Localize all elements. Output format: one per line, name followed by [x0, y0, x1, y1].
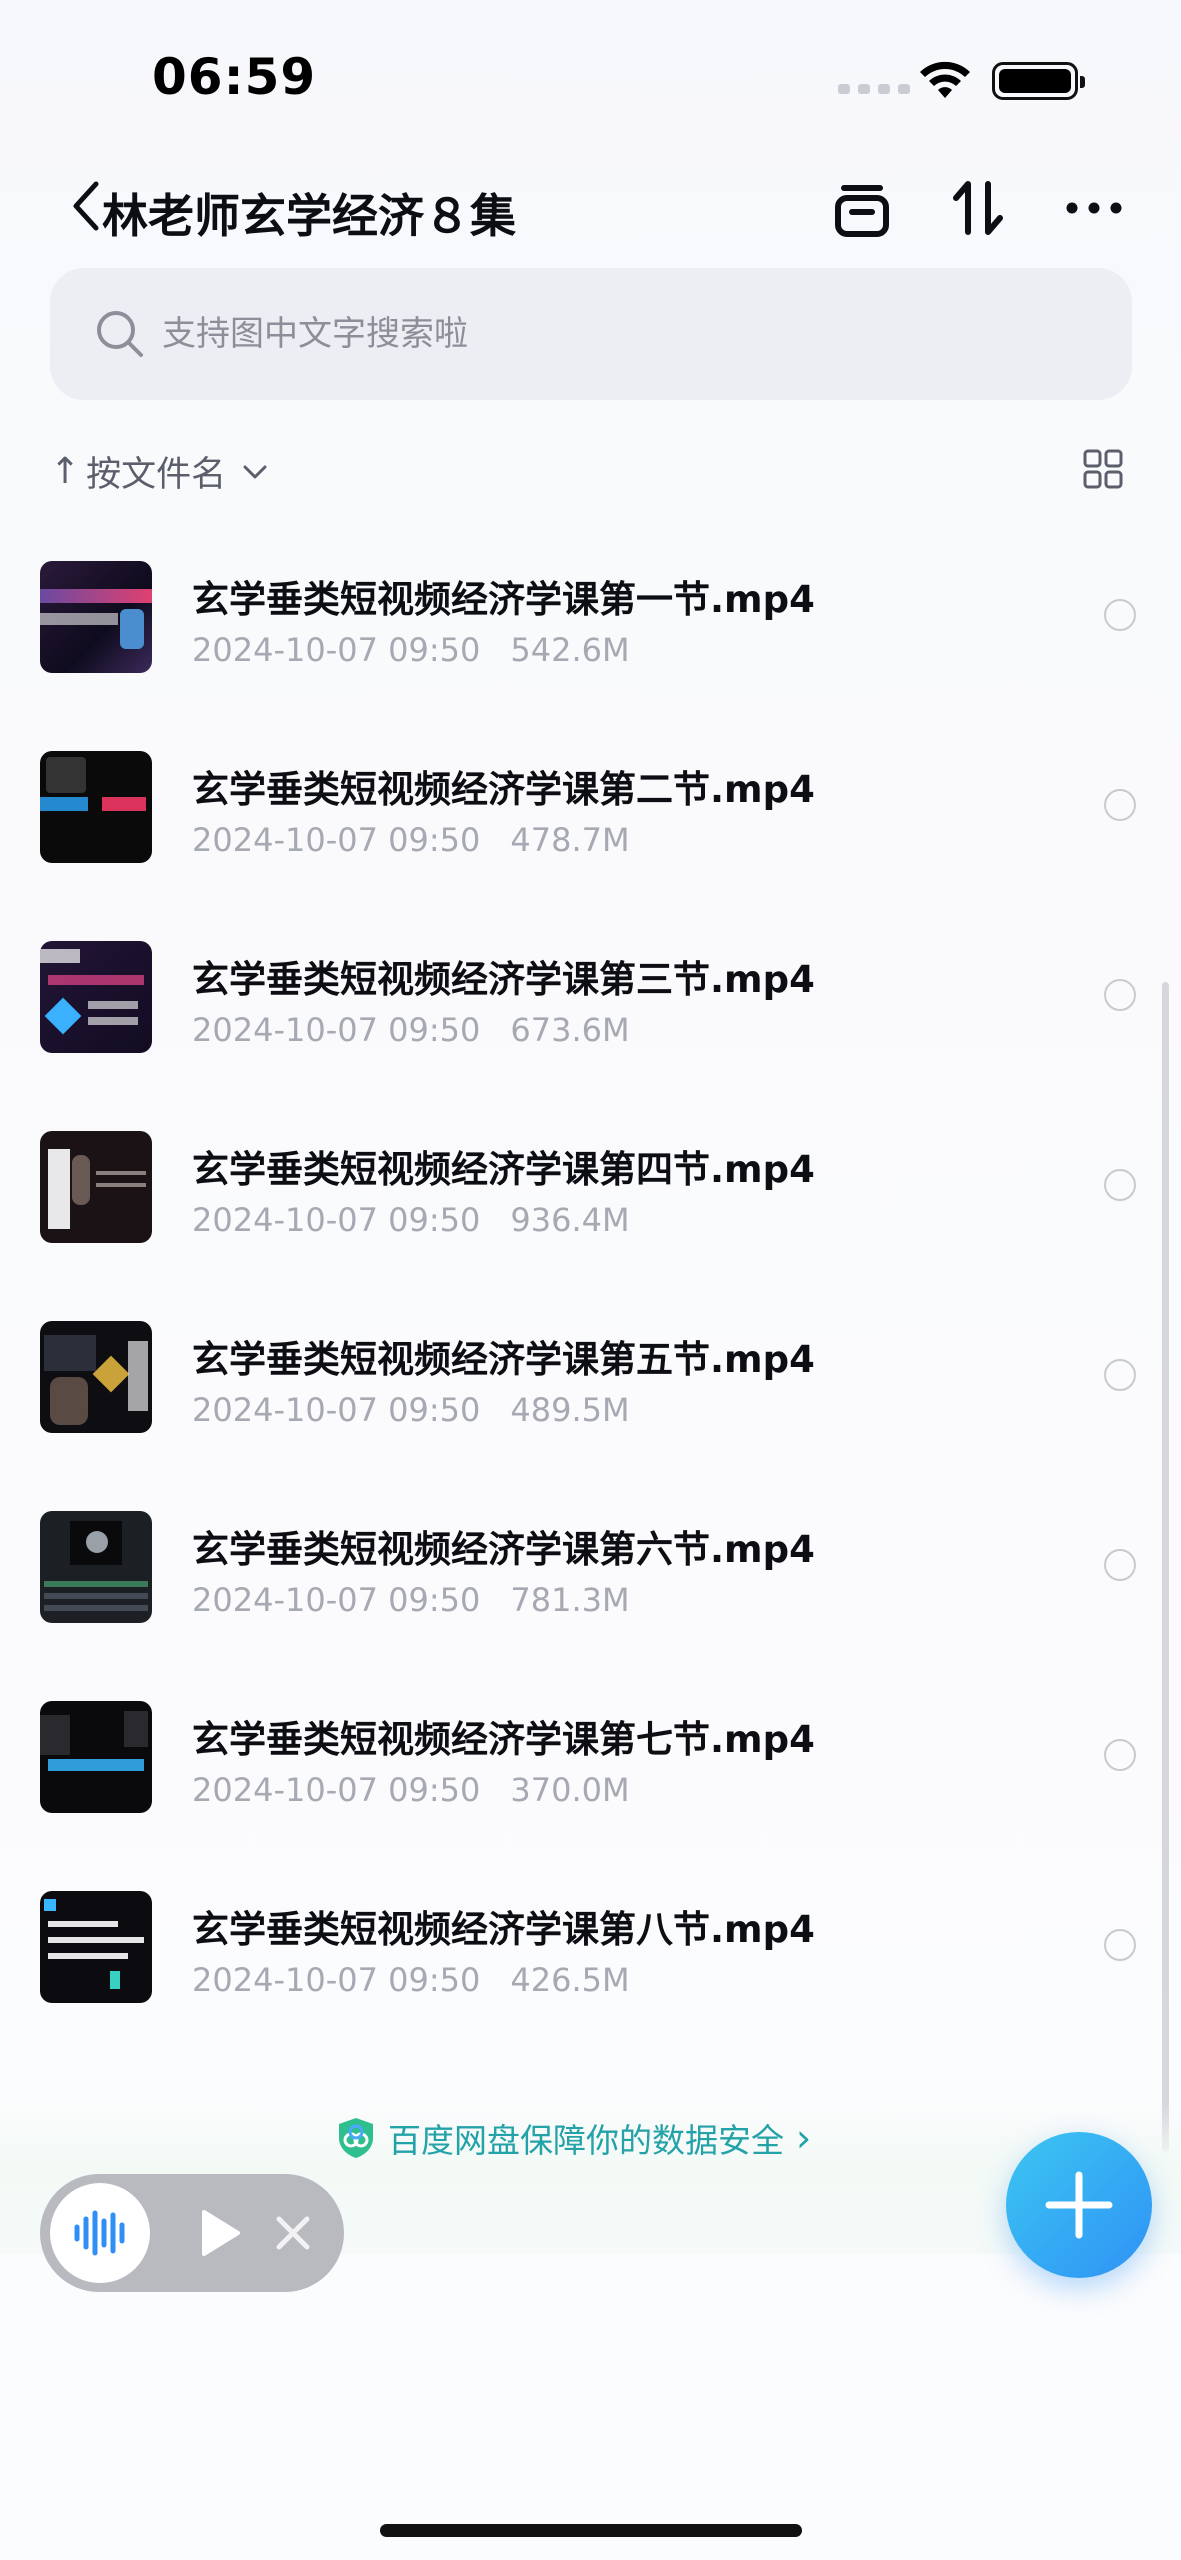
search-bar[interactable]	[50, 268, 1132, 400]
file-size: 936.4M	[510, 1201, 630, 1239]
cellular-signal-icon	[838, 84, 910, 94]
file-meta: 2024-10-07 09:50 426.5M	[192, 1961, 630, 1999]
back-chevron-icon[interactable]	[66, 178, 106, 234]
file-meta: 2024-10-07 09:50 781.3M	[192, 1581, 630, 1619]
file-row[interactable]: 玄学垂类短视频经济学课第七节.mp4 2024-10-07 09:50 370.0…	[0, 1687, 1181, 1877]
video-thumbnail	[40, 1701, 152, 1813]
select-radio[interactable]	[1104, 1739, 1136, 1771]
file-size: 478.7M	[510, 821, 630, 859]
video-thumbnail	[40, 751, 152, 863]
more-button[interactable]	[1062, 176, 1126, 240]
select-radio[interactable]	[1104, 979, 1136, 1011]
file-size: 542.6M	[510, 631, 630, 669]
search-icon	[97, 311, 143, 357]
file-row[interactable]: 玄学垂类短视频经济学课第二节.mp4 2024-10-07 09:50 478.7…	[0, 737, 1181, 927]
video-thumbnail	[40, 1321, 152, 1433]
file-meta: 2024-10-07 09:50 673.6M	[192, 1011, 630, 1049]
file-size: 781.3M	[510, 1581, 630, 1619]
page-title: 林老师玄学经济８集	[102, 189, 516, 243]
file-date: 2024-10-07 09:50	[192, 631, 481, 669]
file-row[interactable]: 玄学垂类短视频经济学课第五节.mp4 2024-10-07 09:50 489.5…	[0, 1307, 1181, 1497]
sort-selector[interactable]: ↑ 按文件名	[50, 446, 270, 497]
file-meta: 2024-10-07 09:50 489.5M	[192, 1391, 630, 1429]
shield-icon	[339, 2118, 373, 2158]
file-size: 426.5M	[510, 1961, 630, 1999]
file-name: 玄学垂类短视频经济学课第一节.mp4	[192, 578, 815, 621]
file-name: 玄学垂类短视频经济学课第八节.mp4	[192, 1908, 815, 1951]
security-notice-link[interactable]: 百度网盘保障你的数据安全 ›	[336, 2114, 811, 2162]
file-date: 2024-10-07 09:50	[192, 821, 481, 859]
file-name: 玄学垂类短视频经济学课第六节.mp4	[192, 1528, 815, 1571]
security-notice-text: 百度网盘保障你的数据安全	[388, 2121, 784, 2160]
file-name: 玄学垂类短视频经济学课第四节.mp4	[192, 1148, 815, 1191]
file-date: 2024-10-07 09:50	[192, 1391, 481, 1429]
file-date: 2024-10-07 09:50	[192, 1011, 481, 1049]
file-date: 2024-10-07 09:50	[192, 1961, 481, 1999]
file-name: 玄学垂类短视频经济学课第五节.mp4	[192, 1338, 815, 1381]
file-name: 玄学垂类短视频经济学课第二节.mp4	[192, 768, 815, 811]
close-icon[interactable]	[266, 2206, 320, 2260]
status-time: 06:59	[152, 48, 317, 106]
chevron-right-icon: ›	[796, 2116, 812, 2160]
sort-swap-icon	[953, 181, 1003, 235]
file-meta: 2024-10-07 09:50 936.4M	[192, 1201, 630, 1239]
file-row[interactable]: 玄学垂类短视频经济学课第三节.mp4 2024-10-07 09:50 673.6…	[0, 927, 1181, 1117]
file-size: 370.0M	[510, 1771, 630, 1809]
file-size: 489.5M	[510, 1391, 630, 1429]
scrollbar[interactable]	[1162, 982, 1169, 2152]
file-size: 673.6M	[510, 1011, 630, 1049]
file-date: 2024-10-07 09:50	[192, 1201, 481, 1239]
file-name: 玄学垂类短视频经济学课第三节.mp4	[192, 958, 815, 1001]
video-thumbnail	[40, 1131, 152, 1243]
sort-button[interactable]	[946, 176, 1010, 240]
add-button[interactable]	[1006, 2132, 1152, 2278]
video-thumbnail	[40, 561, 152, 673]
wifi-icon	[920, 61, 970, 98]
collapse-button[interactable]	[830, 176, 894, 240]
home-indicator	[380, 2524, 802, 2537]
file-meta: 2024-10-07 09:50 542.6M	[192, 631, 630, 669]
plus-icon	[1045, 2171, 1113, 2239]
file-row[interactable]: 玄学垂类短视频经济学课第八节.mp4 2024-10-07 09:50 426.5…	[0, 1877, 1181, 2067]
file-row[interactable]: 玄学垂类短视频经济学课第四节.mp4 2024-10-07 09:50 936.4…	[0, 1117, 1181, 1307]
file-list-page: 06:59 林老师玄学经济８集 支持图中文字搜索啦 ↑ 按文件名 玄学垂类短视频…	[0, 0, 1181, 2560]
file-meta: 2024-10-07 09:50 478.7M	[192, 821, 630, 859]
video-thumbnail	[40, 1891, 152, 2003]
more-icon	[1066, 202, 1122, 214]
grid-view-icon[interactable]	[1082, 448, 1124, 490]
select-radio[interactable]	[1104, 1359, 1136, 1391]
chevron-down-icon	[243, 465, 267, 478]
battery-icon	[992, 62, 1085, 100]
audio-button[interactable]	[50, 2183, 150, 2283]
select-radio[interactable]	[1104, 1549, 1136, 1581]
file-meta: 2024-10-07 09:50 370.0M	[192, 1771, 630, 1809]
file-row[interactable]: 玄学垂类短视频经济学课第六节.mp4 2024-10-07 09:50 781.3…	[0, 1497, 1181, 1687]
select-radio[interactable]	[1104, 599, 1136, 631]
sort-label: 按文件名	[86, 455, 227, 495]
mini-player[interactable]	[40, 2174, 344, 2292]
waveform-icon	[74, 2210, 125, 2256]
sort-direction-icon: ↑	[50, 451, 81, 492]
search-input[interactable]	[162, 302, 1082, 366]
select-radio[interactable]	[1104, 789, 1136, 821]
select-radio[interactable]	[1104, 1929, 1136, 1961]
file-date: 2024-10-07 09:50	[192, 1581, 481, 1619]
video-thumbnail	[40, 1511, 152, 1623]
collapse-icon	[835, 185, 889, 237]
file-date: 2024-10-07 09:50	[192, 1771, 481, 1809]
play-icon[interactable]	[192, 2206, 246, 2260]
select-radio[interactable]	[1104, 1169, 1136, 1201]
file-name: 玄学垂类短视频经济学课第七节.mp4	[192, 1718, 815, 1761]
file-row[interactable]: 玄学垂类短视频经济学课第一节.mp4 2024-10-07 09:50 542.6…	[0, 547, 1181, 737]
video-thumbnail	[40, 941, 152, 1053]
